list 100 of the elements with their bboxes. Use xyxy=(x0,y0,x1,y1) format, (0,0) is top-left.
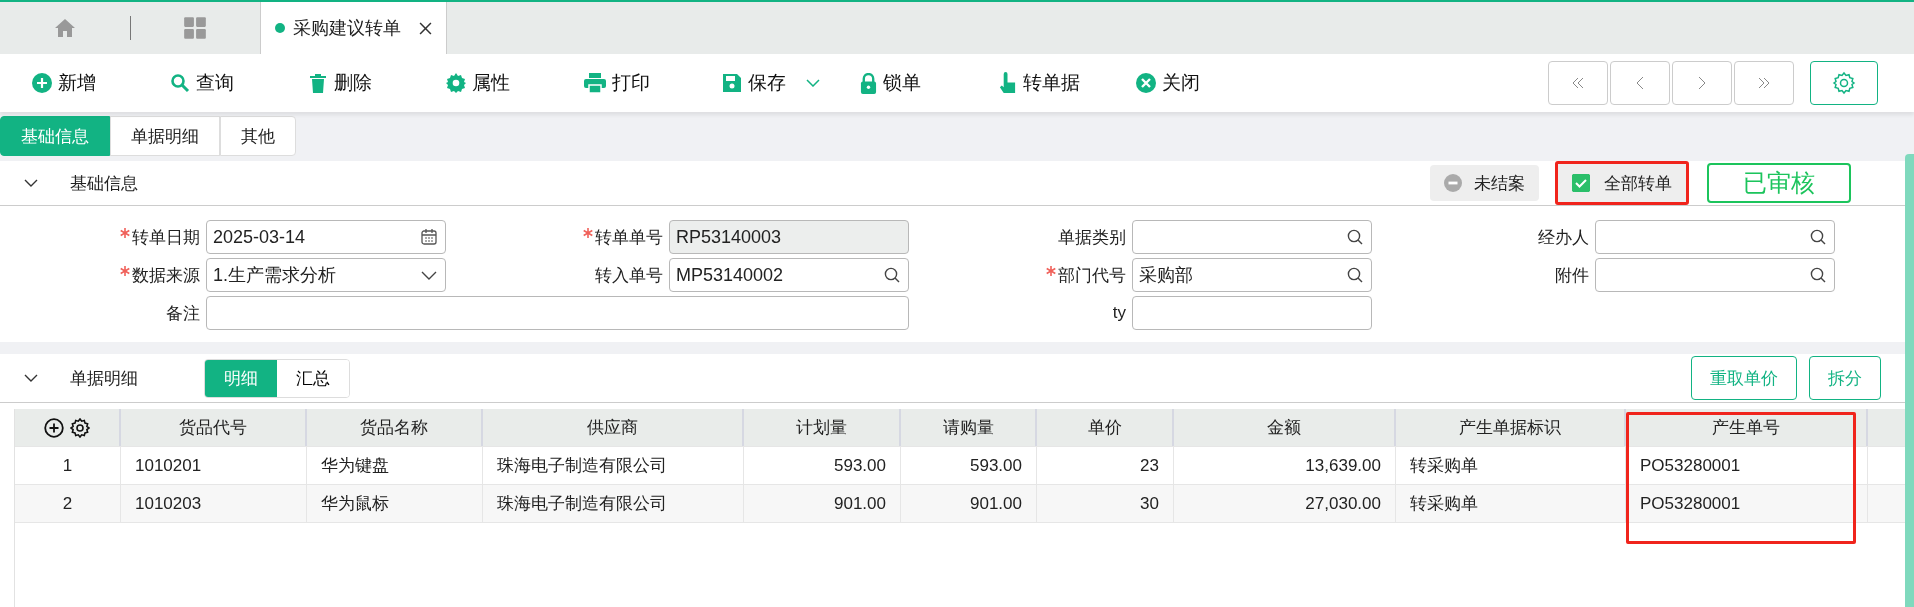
toolbar-button[interactable]: 打印 xyxy=(580,66,718,100)
row-number: 1 xyxy=(15,447,121,484)
table-cell: 珠海电子制造有限公司 xyxy=(483,485,744,522)
document-tab[interactable]: 采购建议转单 xyxy=(260,2,447,54)
table-cell: 30 xyxy=(1037,485,1174,522)
minus-circle-icon xyxy=(1444,174,1462,192)
search-icon xyxy=(170,73,190,93)
plus-circle-icon[interactable] xyxy=(44,417,64,438)
table-cell: 901.00 xyxy=(744,485,901,522)
toolbar-button[interactable]: 新增 xyxy=(28,66,166,100)
table-cell: 593.00 xyxy=(901,447,1037,484)
table-cell: 593.00 xyxy=(744,447,901,484)
field-label: 附件 xyxy=(1555,264,1589,287)
plus-circle-icon xyxy=(32,73,52,93)
gear-icon xyxy=(446,73,466,93)
table-cell: 转采购单 xyxy=(1396,485,1626,522)
home-icon[interactable] xyxy=(53,16,77,40)
active-dot-icon xyxy=(275,23,285,33)
toolbar-button[interactable]: 锁单 xyxy=(856,66,994,100)
input-field[interactable]: 采购部 xyxy=(1132,258,1372,292)
chevron-icon[interactable] xyxy=(24,374,38,382)
input-field[interactable]: 1.生产需求分析 xyxy=(206,258,446,292)
search-icon[interactable] xyxy=(1810,267,1826,283)
input-field[interactable] xyxy=(1595,220,1835,254)
column-header: 货品名称 xyxy=(307,409,483,446)
column-header: 单价 xyxy=(1037,409,1174,446)
lock-icon xyxy=(860,72,877,94)
chevron-right-icon xyxy=(1698,76,1706,90)
toolbar-button[interactable]: 删除 xyxy=(304,66,442,100)
column-header: 请购量 xyxy=(901,409,1037,446)
close-icon[interactable] xyxy=(419,21,432,35)
table-cell: 1010203 xyxy=(121,485,307,522)
calendar-icon[interactable] xyxy=(421,229,437,245)
status-badge: 未结案 xyxy=(1430,165,1539,201)
field-label: 转入单号 xyxy=(595,264,663,287)
table-cell: 1010201 xyxy=(121,447,307,484)
field-label: 部门代号 xyxy=(1058,264,1126,287)
table-cell: 13,639.00 xyxy=(1174,447,1396,484)
table-cell: PO53280001 xyxy=(1626,485,1868,522)
previous-record-button[interactable] xyxy=(1610,61,1670,105)
caret-icon[interactable] xyxy=(421,270,437,280)
search-icon[interactable] xyxy=(884,267,900,283)
double-chevron-left-icon xyxy=(1571,77,1585,89)
next-record-button[interactable] xyxy=(1672,61,1732,105)
input-field[interactable] xyxy=(1132,296,1372,330)
field-label: ty xyxy=(1112,303,1126,323)
section-tab[interactable]: 单据明细 xyxy=(110,116,220,156)
gear-icon[interactable] xyxy=(70,417,90,438)
input-field[interactable]: RP53140003 xyxy=(669,220,909,254)
table-cell: PO53280001 xyxy=(1626,447,1868,484)
field-label: 备注 xyxy=(166,302,200,325)
input-field[interactable]: MP53140002 xyxy=(669,258,909,292)
approved-stamp: 已审核 xyxy=(1707,163,1851,203)
field-label: 数据来源 xyxy=(132,264,200,287)
search-icon[interactable] xyxy=(1347,267,1363,283)
all-converted-checkbox[interactable]: 全部转单 xyxy=(1555,161,1689,205)
column-header: 产生单据标识 xyxy=(1396,409,1626,446)
input-field[interactable] xyxy=(206,296,909,330)
column-header: 产生单号 xyxy=(1626,409,1868,446)
chevron-icon[interactable] xyxy=(24,179,38,187)
last-record-button[interactable] xyxy=(1734,61,1794,105)
input-field[interactable] xyxy=(1132,220,1372,254)
settings-icon xyxy=(1832,71,1856,95)
table-cell: 23 xyxy=(1037,447,1174,484)
field-label: 转单日期 xyxy=(132,226,200,249)
toolbar-button[interactable]: 属性 xyxy=(442,66,580,100)
grid-icon[interactable] xyxy=(182,15,208,41)
toolbar-button[interactable]: 转单据 xyxy=(994,66,1132,100)
scrollbar[interactable] xyxy=(1905,154,1914,607)
section-title: 基础信息 xyxy=(70,172,138,195)
section-title: 单据明细 xyxy=(70,367,138,390)
table-cell: 901.00 xyxy=(901,485,1037,522)
column-header: 计划量 xyxy=(744,409,901,446)
field-label: 经办人 xyxy=(1538,226,1589,249)
close-circle-icon xyxy=(1136,73,1156,93)
toolbar-button[interactable]: 保存 xyxy=(718,66,856,100)
field-label: 转单单号 xyxy=(595,226,663,249)
checkbox-icon[interactable] xyxy=(1572,174,1590,192)
table-cell: 27,030.00 xyxy=(1174,485,1396,522)
pointing-hand-icon xyxy=(998,71,1017,95)
input-field[interactable]: 2025-03-14 xyxy=(206,220,446,254)
section-tab[interactable]: 其他 xyxy=(220,116,296,156)
trash-icon xyxy=(308,73,328,93)
row-number: 2 xyxy=(15,485,121,522)
first-record-button[interactable] xyxy=(1548,61,1608,105)
table-cell: 珠海电子制造有限公司 xyxy=(483,447,744,484)
column-header: 供应商 xyxy=(483,409,744,446)
column-header: 货品代号 xyxy=(121,409,307,446)
table-cell: 华为鼠标 xyxy=(307,485,483,522)
printer-icon xyxy=(584,73,606,93)
toolbar-button[interactable]: 关闭 xyxy=(1132,66,1270,100)
search-icon[interactable] xyxy=(1810,229,1826,245)
settings-button[interactable] xyxy=(1810,61,1878,105)
column-header: 金额 xyxy=(1174,409,1396,446)
field-label: 单据类别 xyxy=(1058,226,1126,249)
toolbar-button[interactable]: 查询 xyxy=(166,66,304,100)
chevron-left-icon xyxy=(1636,76,1644,90)
search-icon[interactable] xyxy=(1347,229,1363,245)
table-cell: 转采购单 xyxy=(1396,447,1626,484)
input-field[interactable] xyxy=(1595,258,1835,292)
